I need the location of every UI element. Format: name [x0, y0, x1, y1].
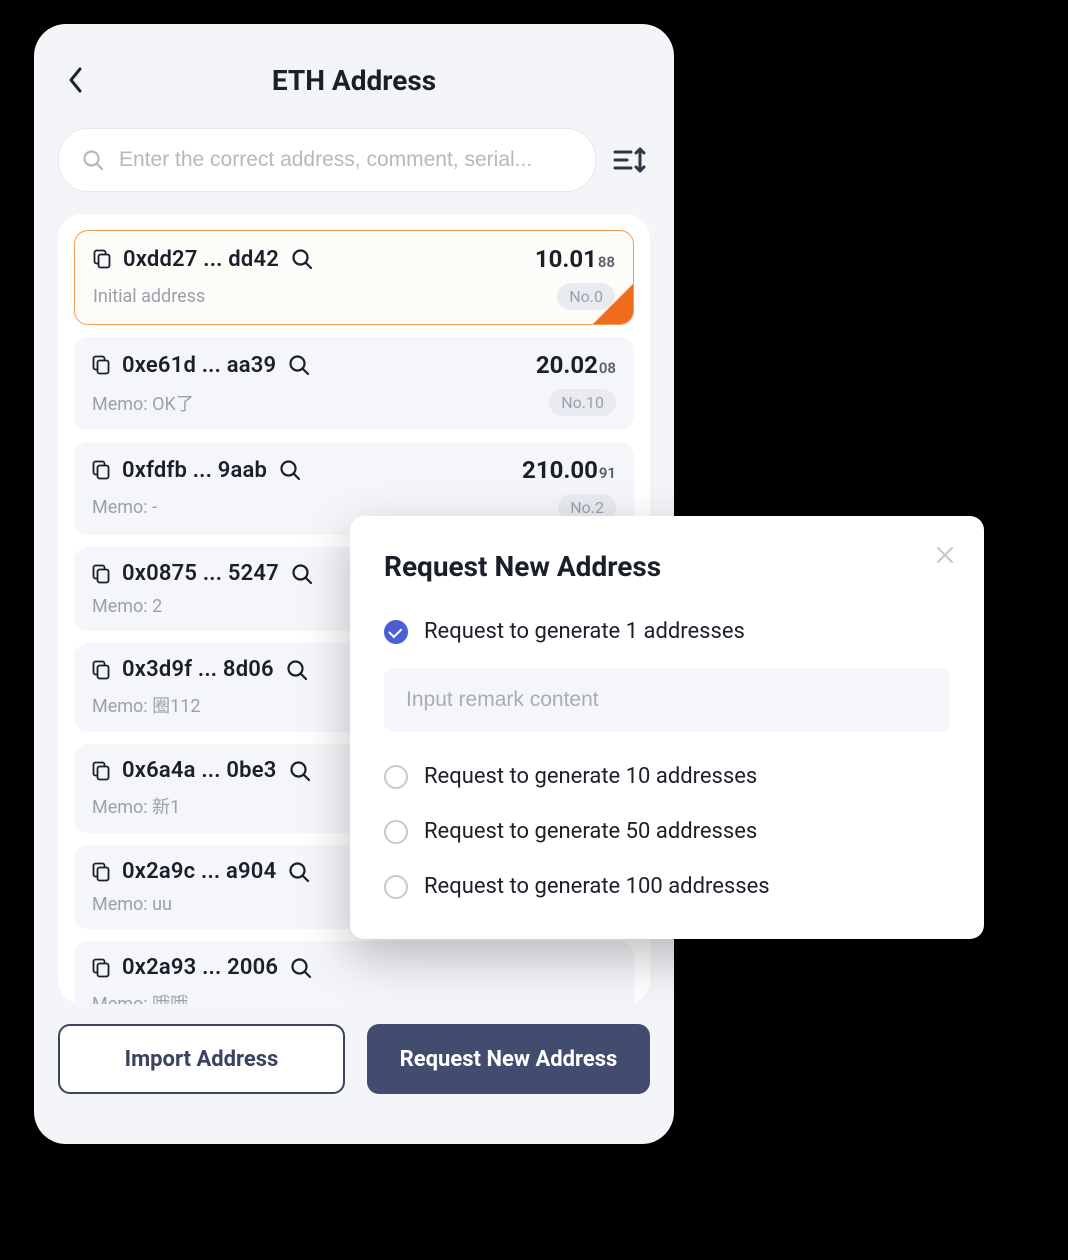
modal-close-button[interactable]	[930, 540, 960, 570]
address-text: 0xfdfb ... 9aab	[122, 458, 267, 483]
magnify-icon[interactable]	[288, 354, 310, 376]
address-text: 0x2a9c ... a904	[122, 859, 276, 884]
copy-icon[interactable]	[92, 460, 110, 480]
address-card[interactable]: 0x2a93 ... 2006 Memo: 哦哦	[74, 941, 634, 1004]
memo-text: Memo: -	[92, 497, 157, 518]
balance: 10.0188	[535, 245, 615, 273]
search-row	[58, 128, 650, 192]
magnify-icon[interactable]	[291, 248, 313, 270]
copy-icon[interactable]	[92, 355, 110, 375]
memo-text: Memo: 哦哦	[92, 990, 188, 1004]
chevron-left-icon	[67, 66, 85, 94]
memo-text: Memo: 圈112	[92, 692, 200, 718]
magnify-icon[interactable]	[288, 861, 310, 883]
magnify-icon[interactable]	[289, 760, 311, 782]
request-new-address-modal: Request New Address Request to generate …	[350, 516, 984, 939]
search-input[interactable]	[119, 148, 573, 172]
address-text: 0x3d9f ... 8d06	[122, 657, 274, 682]
copy-icon[interactable]	[92, 564, 110, 584]
copy-icon[interactable]	[92, 660, 110, 680]
import-address-button[interactable]: Import Address	[58, 1024, 345, 1094]
serial-badge: No.10	[549, 389, 616, 416]
address-text: 0xe61d ... aa39	[122, 353, 276, 378]
close-icon	[935, 545, 955, 565]
option-label: Request to generate 10 addresses	[424, 764, 757, 789]
generate-option[interactable]: Request to generate 10 addresses	[384, 764, 950, 789]
address-card[interactable]: 0xe61d ... aa39 20.0208 Memo: OK了 No.10	[74, 337, 634, 430]
memo-text: Memo: uu	[92, 894, 172, 915]
balance: 210.0091	[522, 456, 616, 484]
radio-unchecked-icon[interactable]	[384, 875, 408, 899]
balance: 20.0208	[536, 351, 616, 379]
radio-unchecked-icon[interactable]	[384, 820, 408, 844]
memo-text: Memo: 新1	[92, 793, 180, 819]
memo-text: Memo: 2	[92, 596, 162, 617]
copy-icon[interactable]	[92, 862, 110, 882]
request-new-address-button[interactable]: Request New Address	[367, 1024, 650, 1094]
magnify-icon[interactable]	[290, 957, 312, 979]
address-text: 0x6a4a ... 0be3	[122, 758, 277, 783]
copy-icon[interactable]	[92, 761, 110, 781]
copy-icon[interactable]	[92, 958, 110, 978]
address-text: 0xdd27 ... dd42	[123, 247, 279, 272]
generate-option[interactable]: Request to generate 100 addresses	[384, 874, 950, 899]
radio-unchecked-icon[interactable]	[384, 765, 408, 789]
memo-text: Initial address	[93, 286, 205, 307]
selected-corner-icon	[592, 283, 634, 325]
modal-title: Request New Address	[384, 550, 950, 583]
memo-text: Memo: OK了	[92, 390, 194, 416]
magnify-icon[interactable]	[291, 563, 313, 585]
modal-options: Request to generate 1 addresses Request t…	[384, 619, 950, 899]
remark-input[interactable]	[384, 668, 950, 732]
address-text: 0x0875 ... 5247	[122, 561, 279, 586]
magnify-icon[interactable]	[286, 659, 308, 681]
copy-icon[interactable]	[93, 249, 111, 269]
search-box[interactable]	[58, 128, 596, 192]
option-label: Request to generate 50 addresses	[424, 819, 757, 844]
generate-option[interactable]: Request to generate 1 addresses	[384, 619, 950, 644]
footer: Import Address Request New Address	[58, 1024, 650, 1094]
page-title: ETH Address	[58, 64, 650, 97]
back-button[interactable]	[58, 62, 94, 98]
sort-button[interactable]	[610, 140, 650, 180]
header: ETH Address	[58, 48, 650, 112]
sort-icon	[613, 145, 647, 175]
option-label: Request to generate 100 addresses	[424, 874, 770, 899]
option-label: Request to generate 1 addresses	[424, 619, 745, 644]
search-icon	[81, 148, 105, 172]
magnify-icon[interactable]	[279, 459, 301, 481]
address-card[interactable]: 0xdd27 ... dd4210.0188Initial addressNo.…	[74, 230, 634, 325]
address-text: 0x2a93 ... 2006	[122, 955, 278, 980]
generate-option[interactable]: Request to generate 50 addresses	[384, 819, 950, 844]
radio-checked-icon[interactable]	[384, 620, 408, 644]
